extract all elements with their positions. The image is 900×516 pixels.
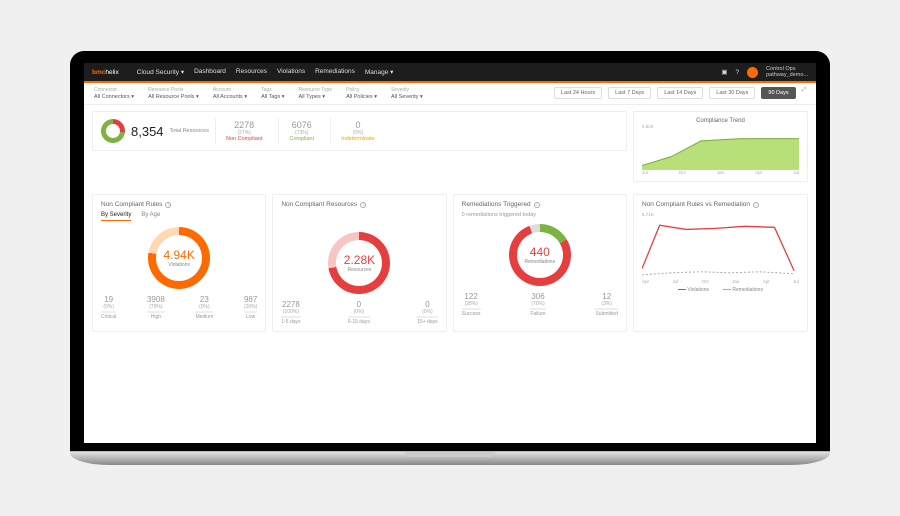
filter-bar: ConnectorAll Connectors ▾ Resource Pools… — [84, 83, 816, 105]
bd-1-5days[interactable]: 2278(100%)1-5 days — [281, 300, 300, 325]
top-nav: bmchelix Cloud Security ▾ Dashboard Reso… — [84, 63, 816, 81]
time-14d[interactable]: Last 14 Days — [657, 87, 703, 99]
panel3-breakdown: 122(28%)Success 306(70%)Failure 12(3%)Su… — [462, 292, 618, 317]
panel1-breakdown: 19(0%)Critical 3908(79%)High 23(0%)Mediu… — [101, 295, 257, 320]
laptop-base — [70, 451, 830, 465]
stat-indeterminate[interactable]: 0 (0%) Indeterminate — [330, 118, 385, 144]
stat-noncompliant[interactable]: 2278 (27%) Non Compliant — [215, 118, 272, 144]
filter-policy[interactable]: PolicyAll Policies ▾ — [346, 87, 377, 100]
panel1-donut: 4.94K Violations — [148, 227, 210, 289]
panel-noncompliant-rules: Non Compliant Rulesi By Severity By Age … — [92, 194, 266, 332]
total-resources: 8,354 Total Resources — [101, 118, 209, 144]
bd-failure[interactable]: 306(70%)Failure — [530, 292, 545, 317]
bd-low[interactable]: 987(20%)Low — [244, 295, 257, 320]
info-icon[interactable]: i — [360, 202, 366, 208]
help-icon[interactable]: ? — [735, 69, 739, 76]
panel2-donut: 2.28K Resources — [328, 232, 390, 294]
panel4-legend: Violations Remediations — [642, 287, 799, 293]
panel4-chart — [642, 217, 799, 279]
info-icon[interactable]: i — [534, 202, 540, 208]
avatar[interactable] — [747, 67, 758, 78]
panel-remediations: Remediations Triggeredi 0 remediations t… — [453, 194, 627, 332]
total-value: 8,354 — [131, 124, 164, 139]
tab-by-age[interactable]: By Age — [141, 212, 160, 221]
trend-ylabel: 5.82K — [642, 124, 799, 129]
bd-medium[interactable]: 23(0%)Medium — [195, 295, 213, 320]
trend-xaxis: JulOctJanAprJul — [642, 170, 799, 175]
panel2-title: Non Compliant Resourcesi — [281, 201, 437, 208]
user-info[interactable]: Control Opspathway_demo... — [766, 66, 808, 78]
nav-product[interactable]: Cloud Security ▾ — [137, 68, 184, 76]
stat-compliant[interactable]: 6076 (73%) Compliant — [278, 118, 324, 144]
filter-account[interactable]: AccountAll Accounts ▾ — [213, 87, 247, 100]
nav-manage[interactable]: Manage ▾ — [365, 68, 394, 76]
panel1-tabs: By Severity By Age — [101, 212, 257, 221]
main-nav: Cloud Security ▾ Dashboard Resources Vio… — [137, 68, 712, 76]
panel4-xaxis: AprJulOctJanAprJul — [642, 279, 799, 284]
screen: bmchelix Cloud Security ▾ Dashboard Reso… — [84, 63, 816, 443]
panel-noncompliant-resources: Non Compliant Resourcesi 2.28K Resources… — [272, 194, 446, 332]
filter-tags[interactable]: TagsAll Tags ▾ — [261, 87, 284, 100]
filter-severity[interactable]: SeverityAll Severity ▾ — [391, 87, 423, 100]
bd-critical[interactable]: 19(0%)Critical — [101, 295, 116, 320]
bd-success[interactable]: 122(28%)Success — [462, 292, 481, 317]
info-icon[interactable]: i — [753, 202, 759, 208]
brand-logo: bmchelix — [92, 69, 119, 76]
bd-6-15days[interactable]: 0(0%)6-15 days — [348, 300, 370, 325]
tab-by-severity[interactable]: By Severity — [101, 212, 131, 221]
bd-submitted[interactable]: 12(3%)Submitted — [595, 292, 618, 317]
panel1-title: Non Compliant Rulesi — [101, 201, 257, 208]
time-7d[interactable]: Last 7 Days — [608, 87, 651, 99]
nav-remediations[interactable]: Remediations — [315, 68, 355, 76]
nav-dashboard[interactable]: Dashboard — [194, 68, 226, 76]
bd-high[interactable]: 3908(79%)High — [147, 295, 165, 320]
expand-icon[interactable]: ⤢ — [802, 87, 806, 99]
compliance-trend-card: Compliance Trend 5.82K JulOctJanAprJul — [633, 111, 808, 182]
panel-rules-vs-remediation: Non Compliant Rules vs Remediationi 5.71… — [633, 194, 808, 332]
total-label: Total Resources — [170, 128, 209, 134]
panel3-sub: 0 remediations triggered today — [462, 212, 618, 218]
time-24h[interactable]: Last 24 Hours — [554, 87, 602, 99]
laptop-frame: bmchelix Cloud Security ▾ Dashboard Reso… — [70, 51, 830, 465]
bd-15plus[interactable]: 0(0%)15+ days — [417, 300, 437, 325]
panels-row: Non Compliant Rulesi By Severity By Age … — [84, 194, 816, 332]
time-90d[interactable]: 90 Days — [761, 87, 795, 99]
screen-bezel: bmchelix Cloud Security ▾ Dashboard Reso… — [70, 51, 830, 451]
total-donut-icon — [101, 119, 125, 143]
panel3-donut: 440 Remediations — [509, 224, 571, 286]
filter-resource-pools[interactable]: Resource PoolsAll Resource Pools ▾ — [148, 87, 199, 100]
dashboard-content: 8,354 Total Resources 2278 (27%) Non Com… — [84, 105, 816, 188]
top-icons: ▣ ? Control Opspathway_demo... — [721, 66, 808, 78]
filter-resource-type[interactable]: Resource TypeAll Types ▾ — [299, 87, 333, 100]
time-30d[interactable]: Last 30 Days — [709, 87, 755, 99]
nav-violations[interactable]: Violations — [277, 68, 305, 76]
panel2-breakdown: 2278(100%)1-5 days 0(0%)6-15 days 0(0%)1… — [281, 300, 437, 325]
trend-chart — [642, 132, 799, 170]
info-icon[interactable]: i — [165, 202, 171, 208]
camera-icon[interactable]: ▣ — [721, 68, 727, 76]
time-range: Last 24 Hours Last 7 Days Last 14 Days L… — [554, 87, 806, 99]
panel3-title: Remediations Triggeredi — [462, 201, 618, 208]
nav-resources[interactable]: Resources — [236, 68, 267, 76]
summary-card: 8,354 Total Resources 2278 (27%) Non Com… — [92, 111, 627, 151]
filter-connector[interactable]: ConnectorAll Connectors ▾ — [94, 87, 134, 100]
panel4-title: Non Compliant Rules vs Remediationi — [642, 201, 799, 208]
